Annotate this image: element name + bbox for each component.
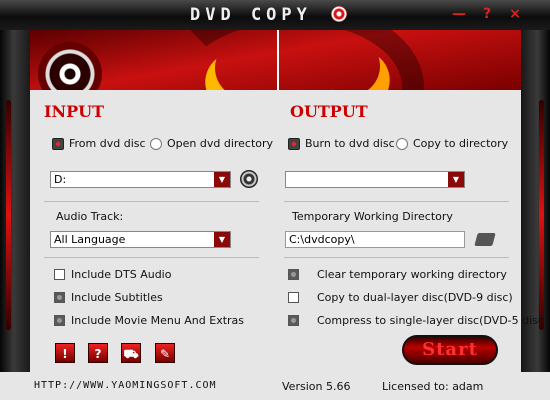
target-burn-disc-radio[interactable]: Burn to dvd disc xyxy=(288,137,395,150)
divider xyxy=(284,201,509,202)
main-panel: INPUT From dvd disc Open dvd directory D… xyxy=(30,90,548,372)
window-title: DVD COPY xyxy=(190,5,312,25)
radio-selected-icon xyxy=(288,137,300,150)
help-icon[interactable]: ? xyxy=(88,343,108,363)
source-drive-select[interactable]: D: ▼ xyxy=(50,171,231,188)
source-open-directory-radio[interactable]: Open dvd directory xyxy=(150,137,273,150)
output-header: OUTPUT xyxy=(290,102,368,121)
header-banner xyxy=(30,30,521,90)
clear-temp-checkbox[interactable]: Clear temporary working directory xyxy=(288,268,507,281)
license-text: Licensed to: adam xyxy=(382,380,484,393)
audio-track-value: All Language xyxy=(54,233,126,246)
version-text: Version 5.66 xyxy=(282,380,351,393)
include-subtitles-checkbox[interactable]: Include Subtitles xyxy=(54,291,163,304)
divider xyxy=(44,201,259,202)
help-button[interactable]: ? xyxy=(476,4,498,24)
cart-icon[interactable]: ⛟ xyxy=(121,343,141,363)
include-menu-checkbox[interactable]: Include Movie Menu And Extras xyxy=(54,314,244,327)
source-drive-value: D: xyxy=(54,173,67,186)
website-link[interactable]: HTTP://WWW.YAOMINGSOFT.COM xyxy=(34,380,217,391)
dual-layer-checkbox[interactable]: Copy to dual-layer disc(DVD-9 disc) xyxy=(288,291,513,304)
burner-select[interactable]: ▼ xyxy=(285,171,465,188)
audio-track-label: Audio Track: xyxy=(56,210,124,223)
temp-dir-label: Temporary Working Directory xyxy=(292,210,453,223)
chevron-down-icon[interactable]: ▼ xyxy=(214,232,230,247)
tools-icon[interactable]: ✎ xyxy=(155,343,175,363)
banner-divider xyxy=(277,30,279,90)
include-dts-checkbox[interactable]: Include DTS Audio xyxy=(54,268,171,281)
audio-track-select[interactable]: All Language ▼ xyxy=(50,231,231,248)
dvd-drive-icon[interactable] xyxy=(240,170,258,188)
start-button[interactable]: Start xyxy=(402,335,498,365)
chevron-down-icon[interactable]: ▼ xyxy=(214,172,230,187)
chevron-down-icon[interactable]: ▼ xyxy=(448,172,464,187)
close-button[interactable]: × xyxy=(504,4,526,24)
input-header: INPUT xyxy=(44,102,104,121)
app-window: DVD COPY — ? × INPUT From dvd disc Open … xyxy=(0,0,550,400)
temp-dir-input[interactable]: C:\dvdcopy\ xyxy=(285,231,465,248)
source-from-disc-radio[interactable]: From dvd disc xyxy=(52,137,146,150)
app-logo-icon xyxy=(331,6,347,22)
title-bar[interactable]: DVD COPY — ? × xyxy=(0,0,550,30)
radio-selected-icon xyxy=(52,137,64,150)
divider xyxy=(44,257,259,258)
left-frame xyxy=(0,30,30,376)
minimize-button[interactable]: — xyxy=(448,4,470,24)
target-copy-directory-radio[interactable]: Copy to directory xyxy=(396,137,508,150)
temp-dir-value: C:\dvdcopy\ xyxy=(289,233,355,246)
radio-unselected-icon xyxy=(396,137,408,150)
divider xyxy=(284,257,509,258)
single-layer-checkbox[interactable]: Compress to single-layer disc(DVD-5 disc… xyxy=(288,314,548,327)
warning-icon[interactable]: ! xyxy=(55,343,75,363)
radio-unselected-icon xyxy=(150,137,162,150)
folder-browse-icon[interactable] xyxy=(474,233,496,246)
disc-icon xyxy=(38,42,102,90)
